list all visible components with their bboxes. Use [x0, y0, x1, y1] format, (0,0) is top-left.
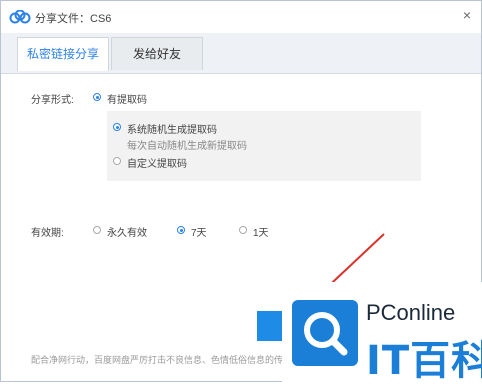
- forever-label: 永久有效: [107, 228, 147, 239]
- share-form-label: 分享形式:: [31, 95, 74, 106]
- seven-days-label: 7天: [191, 228, 207, 239]
- validity-label: 有效期:: [31, 228, 64, 239]
- radio-custom-code[interactable]: [113, 157, 121, 165]
- window-title: 分享文件：CS6: [35, 13, 112, 25]
- radio-with-code[interactable]: [93, 93, 101, 101]
- tab-private-link[interactable]: 私密链接分享: [17, 37, 109, 71]
- close-icon[interactable]: ×: [459, 7, 475, 23]
- policy-notice: 配合净网行动，百度网盘严厉打击不良信息、色情低俗信息的传: [31, 355, 284, 365]
- radio-forever[interactable]: [93, 226, 101, 234]
- pconline-watermark: PConline IT百科: [282, 282, 482, 384]
- random-code-desc: 每次自动随机生成新提取码: [127, 141, 247, 152]
- tab-send-friends[interactable]: 发给好友: [111, 37, 203, 70]
- magnifier-logo-icon: [292, 300, 358, 366]
- custom-code-label: 自定义提取码: [127, 159, 187, 170]
- random-code-label: 系统随机生成提取码: [127, 125, 217, 136]
- title-bar: 分享文件：CS6 ×: [1, 1, 481, 33]
- one-day-label: 1天: [253, 228, 269, 239]
- code-options-panel: 系统随机生成提取码 每次自动随机生成新提取码 自定义提取码: [107, 111, 421, 181]
- with-code-label: 有提取码: [107, 95, 147, 106]
- radio-random-code[interactable]: [113, 123, 121, 131]
- radio-1-day[interactable]: [239, 226, 247, 234]
- baidu-cloud-icon: [9, 10, 31, 24]
- tab-bar: 私密链接分享 发给好友: [1, 33, 481, 74]
- watermark-brand: PConline: [366, 300, 456, 325]
- watermark-name: IT百科: [366, 338, 482, 384]
- radio-7-days[interactable]: [177, 226, 185, 234]
